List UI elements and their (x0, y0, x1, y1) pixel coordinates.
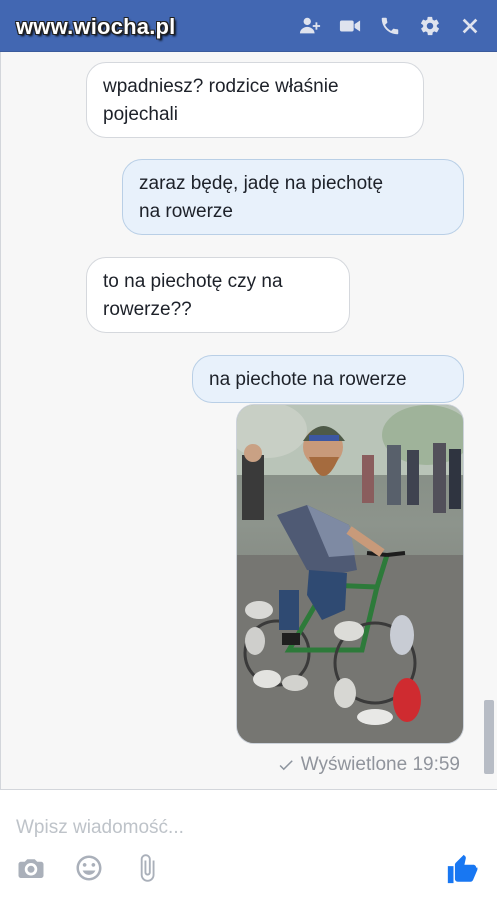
chat-header: www.wiocha.pl (0, 0, 497, 52)
message-input[interactable] (16, 814, 456, 842)
phone-icon[interactable] (377, 13, 403, 39)
attach-icon[interactable] (132, 853, 162, 888)
message-outgoing: zaraz będę, jadę na piechotę na rowerze (122, 159, 464, 235)
message-incoming: wpadniesz? rodzice właśnie pojechali (86, 62, 424, 138)
emoji-icon[interactable] (74, 853, 104, 888)
message-line: na piechote na rowerze (209, 369, 407, 390)
check-icon (279, 760, 293, 771)
close-icon[interactable] (457, 13, 483, 39)
message-composer (0, 789, 497, 900)
message-incoming: to na piechotę czy na rowerze?? (86, 257, 350, 333)
camera-icon[interactable] (16, 853, 46, 888)
message-line: pojechali (103, 104, 178, 125)
message-line: wpadniesz? rodzice właśnie (103, 76, 339, 97)
scrollbar-thumb[interactable] (484, 700, 494, 774)
message-line: rowerze?? (103, 299, 192, 320)
add-people-icon[interactable] (297, 13, 323, 39)
composer-tools (16, 853, 162, 888)
seen-text: Wyświetlone 19:59 (300, 754, 460, 775)
site-watermark: www.wiocha.pl (16, 14, 176, 39)
message-line: to na piechotę czy na (103, 271, 283, 292)
message-outgoing: na piechote na rowerze (192, 355, 464, 403)
header-actions (297, 10, 483, 42)
seen-status: Wyświetlone 19:59 (277, 754, 460, 776)
video-call-icon[interactable] (337, 13, 363, 39)
thumbs-up-icon[interactable] (445, 852, 479, 886)
message-line: na rowerze (139, 201, 233, 222)
message-line: zaraz będę, jadę na piechotę (139, 173, 384, 194)
bicycle-photo-illustration (237, 405, 463, 743)
settings-icon[interactable] (417, 13, 443, 39)
shared-photo[interactable] (236, 404, 464, 744)
